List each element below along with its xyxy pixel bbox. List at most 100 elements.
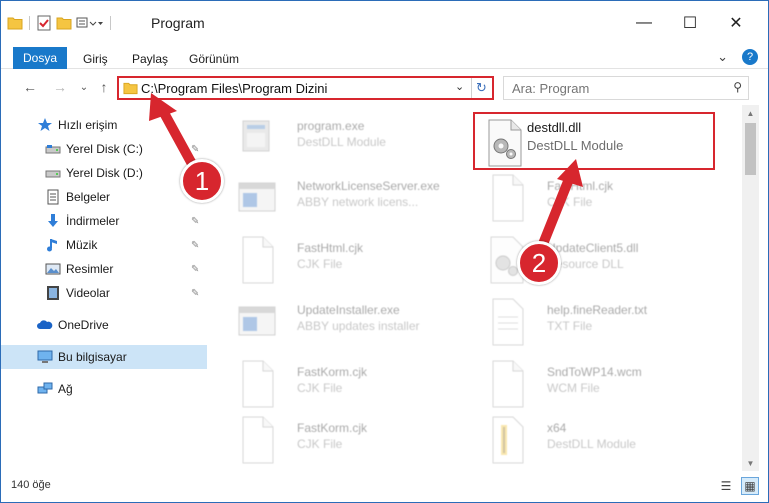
up-button[interactable]: ↑ bbox=[95, 78, 113, 96]
network-icon bbox=[37, 382, 53, 394]
file-item[interactable]: help.fineReader.txt TXT File bbox=[473, 291, 713, 355]
address-dropdown-icon[interactable]: ⌄ bbox=[455, 80, 464, 93]
file-item[interactable]: x64 DestDLL Module bbox=[473, 409, 713, 471]
navigation-bar: ← → ⌄ ↑ C:\Program Files\Program Dizini … bbox=[1, 73, 768, 103]
file-item[interactable]: UpdateInstaller.exe ABBY updates install… bbox=[223, 291, 463, 355]
details-view-icon[interactable]: ☰ bbox=[717, 477, 735, 495]
blank-file-icon bbox=[242, 236, 274, 284]
step-badge-2: 2 bbox=[517, 241, 561, 285]
close-button[interactable]: ✕ bbox=[713, 1, 759, 45]
file-name: FastHtml.cjk bbox=[297, 241, 363, 255]
folder-icon bbox=[7, 17, 23, 30]
pin-icon: ✎ bbox=[191, 143, 200, 155]
scroll-thumb[interactable] bbox=[745, 123, 756, 175]
recent-locations-button[interactable]: ⌄ bbox=[75, 78, 93, 96]
search-icon: ⚲ bbox=[733, 80, 742, 94]
refresh-button[interactable]: ↻ bbox=[471, 78, 491, 98]
blank-file-icon bbox=[242, 416, 274, 464]
navigation-pane: Hızlı erişim Yerel Disk (C:) ✎ Yerel Dis… bbox=[1, 109, 207, 471]
file-item[interactable]: FastKorm.cjk CJK File bbox=[223, 409, 463, 471]
forward-button[interactable]: → bbox=[51, 78, 69, 96]
app-window-icon bbox=[238, 182, 276, 212]
file-name: destdll.dll bbox=[527, 120, 582, 135]
file-description: ABBY updates installer bbox=[297, 319, 420, 333]
file-item[interactable]: SndToWP14.wcm WCM File bbox=[473, 353, 713, 417]
file-item[interactable]: FastHtml.cjk CJK File bbox=[473, 167, 713, 231]
quick-access-toolbar bbox=[7, 13, 113, 33]
scroll-up-icon[interactable]: ▲ bbox=[742, 105, 759, 121]
file-item[interactable]: program.exe DestDLL Module bbox=[223, 107, 463, 171]
file-description: DestDLL Module bbox=[547, 437, 636, 451]
file-item[interactable]: FastHtml.cjk CJK File bbox=[223, 229, 463, 293]
sidebar-item-quick-access[interactable]: Hızlı erişim bbox=[1, 113, 207, 137]
sidebar-item-documents[interactable]: Belgeler ✎ bbox=[1, 185, 207, 209]
zip-folder-icon bbox=[492, 416, 524, 464]
vertical-scrollbar[interactable]: ▲ ▼ bbox=[742, 105, 759, 471]
help-icon[interactable]: ? bbox=[742, 49, 758, 65]
sidebar-item-disk-c[interactable]: Yerel Disk (C:) ✎ bbox=[1, 137, 207, 161]
app-window-icon bbox=[238, 306, 276, 336]
file-description: CJK File bbox=[297, 437, 343, 451]
file-name: UpdateInstaller.exe bbox=[297, 303, 400, 317]
file-description: CJK File bbox=[547, 195, 593, 209]
sidebar-item-onedrive[interactable]: OneDrive bbox=[1, 313, 207, 337]
address-bar[interactable]: C:\Program Files\Program Dizini ⌄ ↻ bbox=[117, 76, 494, 100]
customize-toolbar-icon[interactable] bbox=[76, 15, 104, 31]
file-name: UpdateClient5.dll bbox=[547, 241, 639, 255]
blank-file-icon bbox=[242, 360, 274, 408]
sidebar-item-label: Belgeler bbox=[66, 190, 111, 204]
back-button[interactable]: ← bbox=[21, 78, 39, 96]
new-folder-icon[interactable] bbox=[56, 16, 72, 30]
ribbon-tabs: Dosya Giriş Paylaş Görünüm ⌄ ? bbox=[1, 45, 768, 69]
sidebar-item-videos[interactable]: Videolar ✎ bbox=[1, 281, 207, 305]
sidebar-item-label: Videolar bbox=[66, 286, 110, 300]
maximize-button[interactable]: ☐ bbox=[667, 1, 713, 45]
file-name: help.fineReader.txt bbox=[547, 303, 648, 317]
minimize-button[interactable]: — bbox=[621, 1, 667, 45]
expand-ribbon-icon[interactable]: ⌄ bbox=[717, 49, 728, 65]
sidebar-item-downloads[interactable]: İndirmeler ✎ bbox=[1, 209, 207, 233]
sidebar-item-network[interactable]: Ağ bbox=[1, 377, 207, 401]
file-list: program.exe DestDLL Module destdll.dll D… bbox=[215, 105, 739, 471]
pin-icon: ✎ bbox=[191, 263, 200, 275]
file-description: TXT File bbox=[547, 319, 593, 333]
tab-view[interactable]: Görünüm bbox=[189, 52, 239, 66]
explorer-window: Program — ☐ ✕ Dosya Giriş Paylaş Görünüm… bbox=[0, 0, 769, 503]
file-name: FastKorm.cjk bbox=[297, 365, 368, 379]
file-item[interactable]: UpdateClient5.dll Resource DLL bbox=[473, 229, 713, 293]
search-input[interactable] bbox=[512, 80, 712, 96]
sidebar-item-pictures[interactable]: Resimler ✎ bbox=[1, 257, 207, 281]
address-path: C:\Program Files\Program Dizini bbox=[141, 81, 328, 96]
sidebar-item-this-pc[interactable]: Bu bilgisayar bbox=[1, 345, 207, 369]
pictures-icon bbox=[45, 263, 61, 275]
sidebar-item-label: Yerel Disk (D:) bbox=[66, 166, 143, 180]
blank-file-icon bbox=[492, 174, 524, 222]
toolbar-separator bbox=[29, 16, 30, 30]
sidebar-item-disk-d[interactable]: Yerel Disk (D:) bbox=[1, 161, 207, 185]
file-description: CJK File bbox=[297, 381, 343, 395]
dll-gear-icon bbox=[488, 119, 522, 167]
sidebar-item-label: OneDrive bbox=[58, 318, 109, 332]
properties-icon[interactable] bbox=[36, 15, 52, 31]
file-item[interactable]: NetworkLicenseServer.exe ABBY network li… bbox=[223, 167, 463, 231]
file-description: CJK File bbox=[297, 257, 343, 271]
tab-file[interactable]: Dosya bbox=[13, 47, 67, 69]
text-file-icon bbox=[492, 298, 524, 346]
scroll-down-icon[interactable]: ▼ bbox=[742, 455, 759, 471]
blank-file-icon bbox=[492, 360, 524, 408]
sidebar-item-label: Hızlı erişim bbox=[58, 118, 118, 132]
music-icon bbox=[47, 239, 57, 252]
exe-icon bbox=[242, 120, 270, 152]
search-box[interactable]: ⚲ bbox=[503, 76, 749, 100]
tab-home[interactable]: Giriş bbox=[83, 52, 108, 66]
file-description: WCM File bbox=[547, 381, 600, 395]
file-name: program.exe bbox=[297, 119, 365, 133]
file-item-highlighted[interactable]: destdll.dll DestDLL Module bbox=[473, 112, 715, 170]
sidebar-item-music[interactable]: Müzik ✎ bbox=[1, 233, 207, 257]
tab-share[interactable]: Paylaş bbox=[132, 52, 168, 66]
file-item[interactable]: FastKorm.cjk CJK File bbox=[223, 353, 463, 417]
large-icons-view-icon[interactable]: ▦ bbox=[741, 477, 759, 495]
sidebar-item-label: Yerel Disk (C:) bbox=[66, 142, 143, 156]
sidebar-item-label: Ağ bbox=[58, 382, 73, 396]
file-description: ABBY network licens... bbox=[297, 195, 419, 209]
